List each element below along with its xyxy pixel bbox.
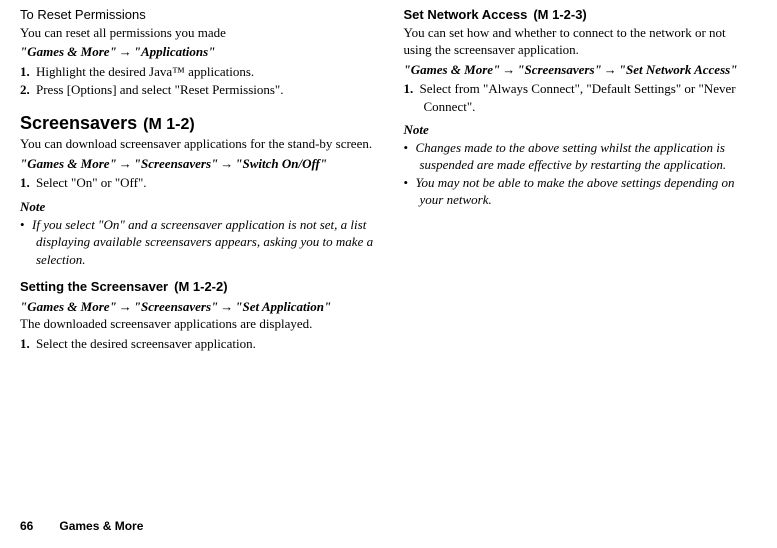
step-text: Select "On" or "Off". [36,175,147,190]
page-footer: 66 Games & More [20,518,143,534]
path-segment: "Applications" [134,44,216,59]
setting-screensaver-section: Setting the Screensaver (M 1-2-2) "Games … [20,278,374,352]
reset-steps: 1.Highlight the desired Java™ applicatio… [20,63,374,99]
page-number: 66 [20,519,33,533]
path-segment: "Screensavers" [134,156,218,171]
step-number: 1. [20,335,36,353]
path-segment: "Set Application" [235,299,331,314]
arrow-icon: → [218,156,235,171]
step-item: 1.Highlight the desired Java™ applicatio… [20,63,374,81]
path-segment: "Set Network Access" [619,62,738,77]
step-number: 1. [20,174,36,192]
path-segment: "Games & More" [20,156,117,171]
note-item: •If you select "On" and a screensaver ap… [20,216,374,269]
bullet-icon: • [20,216,32,234]
screensavers-section: Screensavers (M 1-2) You can download scr… [20,111,374,268]
reset-path: "Games & More"→"Applications" [20,43,374,61]
screensavers-code: (M 1-2) [143,116,195,133]
step-number: 2. [20,81,36,99]
note-item: •You may not be able to make the above s… [404,174,758,209]
step-number: 1. [404,80,420,98]
step-item: 1.Select "On" or "Off". [20,174,374,192]
arrow-icon: → [117,44,134,59]
screensavers-path: "Games & More"→"Screensavers"→"Switch On… [20,155,374,173]
network-path: "Games & More"→"Screensavers"→"Set Netwo… [404,61,758,79]
step-item: 1.Select the desired screensaver applica… [20,335,374,353]
reset-permissions-section: To Reset Permissions You can reset all p… [20,6,374,99]
path-segment: "Games & More" [20,299,117,314]
reset-desc: You can reset all permissions you made [20,24,374,42]
arrow-icon: → [500,62,517,77]
step-text: Select from "Always Connect", "Default S… [420,81,736,114]
note-heading: Note [20,198,374,216]
arrow-icon: → [117,299,134,314]
step-item: 2.Press [Options] and select "Reset Perm… [20,81,374,99]
note-text: If you select "On" and a screensaver app… [32,217,373,267]
path-segment: "Games & More" [20,44,117,59]
screensavers-desc: You can download screensaver application… [20,135,374,153]
content-columns: To Reset Permissions You can reset all p… [20,0,757,352]
setting-desc: The downloaded screensaver applications … [20,315,374,333]
note-text: Changes made to the above setting whilst… [416,140,727,173]
network-title: Set Network Access [404,7,528,22]
screensavers-steps: 1.Select "On" or "Off". [20,174,374,192]
step-text: Press [Options] and select "Reset Permis… [36,82,283,97]
setting-steps: 1.Select the desired screensaver applica… [20,335,374,353]
step-text: Highlight the desired Java™ applications… [36,64,254,79]
left-column: To Reset Permissions You can reset all p… [20,6,374,352]
bullet-icon: • [404,139,416,157]
screensavers-title: Screensavers [20,113,137,133]
network-notes: •Changes made to the above setting whils… [404,139,758,209]
reset-title: To Reset Permissions [20,6,374,24]
step-number: 1. [20,63,36,81]
step-item: 1.Select from "Always Connect", "Default… [404,80,758,115]
setting-path: "Games & More"→"Screensavers"→"Set Appli… [20,298,374,316]
footer-section: Games & More [59,519,143,533]
setting-title: Setting the Screensaver [20,279,168,294]
path-segment: "Screensavers" [517,62,601,77]
network-desc: You can set how and whether to connect t… [404,24,758,59]
right-column: Set Network Access (M 1-2-3) You can set … [404,6,758,352]
network-access-section: Set Network Access (M 1-2-3) You can set … [404,6,758,209]
note-heading: Note [404,121,758,139]
network-steps: 1.Select from "Always Connect", "Default… [404,80,758,115]
note-text: You may not be able to make the above se… [416,175,735,208]
path-segment: "Games & More" [404,62,501,77]
arrow-icon: → [602,62,619,77]
screensavers-notes: •If you select "On" and a screensaver ap… [20,216,374,269]
arrow-icon: → [117,156,134,171]
setting-code: (M 1-2-2) [174,279,227,294]
network-code: (M 1-2-3) [533,7,586,22]
path-segment: "Switch On/Off" [235,156,327,171]
note-item: •Changes made to the above setting whils… [404,139,758,174]
arrow-icon: → [218,299,235,314]
path-segment: "Screensavers" [134,299,218,314]
bullet-icon: • [404,174,416,192]
step-text: Select the desired screensaver applicati… [36,336,256,351]
